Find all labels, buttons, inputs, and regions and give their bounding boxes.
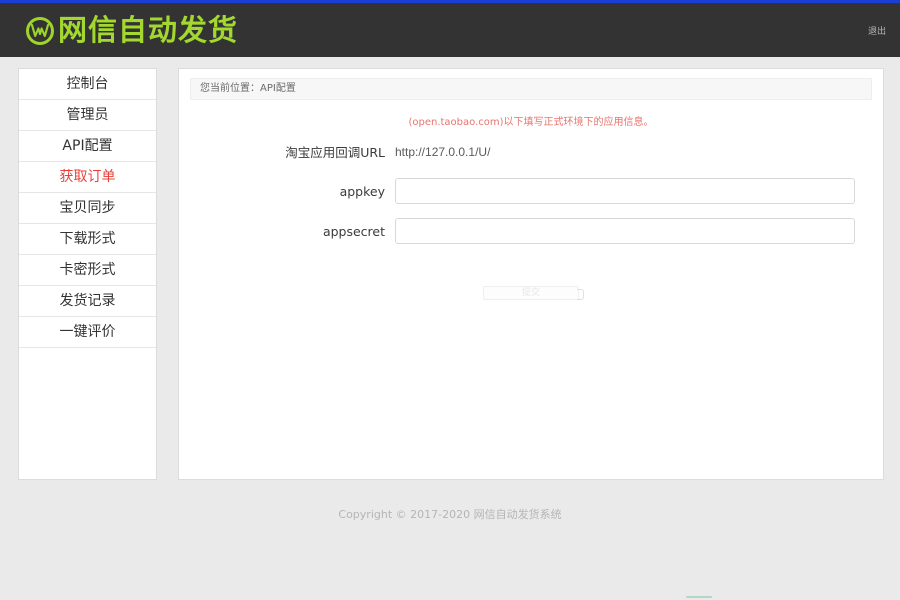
page-body: 控制台 管理员 API配置 获取订单 宝贝同步 下载形式 卡密形式 发货记录 一… xyxy=(0,57,900,480)
sidebar-item-admin[interactable]: 管理员 xyxy=(19,100,156,131)
appkey-label: appkey xyxy=(339,183,385,199)
callback-url-value: http://127.0.0.1/U/ xyxy=(395,144,491,159)
submit-row: 提交 xyxy=(190,286,872,300)
site-header: 网信自动发货 退出 xyxy=(0,3,900,57)
sidebar-item-shipping-records[interactable]: 发货记录 xyxy=(19,286,156,317)
sidebar-item-api-config[interactable]: API配置 xyxy=(19,131,156,162)
header-actions: 退出 xyxy=(868,24,886,37)
appsecret-row: appsecret xyxy=(190,218,872,244)
appkey-input[interactable] xyxy=(395,178,855,204)
sidebar-item-card-key-mode[interactable]: 卡密形式 xyxy=(19,255,156,286)
sidebar-menu: 控制台 管理员 API配置 获取订单 宝贝同步 下载形式 卡密形式 发货记录 一… xyxy=(19,69,156,348)
breadcrumb: 您当前位置：API配置 xyxy=(190,78,872,100)
appsecret-input[interactable] xyxy=(395,218,855,244)
sidebar: 控制台 管理员 API配置 获取订单 宝贝同步 下载形式 卡密形式 发货记录 一… xyxy=(18,68,157,480)
sidebar-item-one-click-review[interactable]: 一键评价 xyxy=(19,317,156,348)
sidebar-item-download-mode[interactable]: 下载形式 xyxy=(19,224,156,255)
submit-button[interactable]: 提交 xyxy=(483,286,584,300)
brand[interactable]: 网信自动发货 xyxy=(26,12,239,47)
content-panel: 您当前位置：API配置 (open.taobao.com)以下填写正式环境下的应… xyxy=(178,68,884,480)
appkey-row: appkey xyxy=(190,178,872,204)
bottom-edge-artifact xyxy=(686,596,712,598)
brand-name: 网信自动发货 xyxy=(58,12,239,47)
sidebar-item-dashboard[interactable]: 控制台 xyxy=(19,69,156,100)
callback-url-row: 淘宝应用回调URL http://127.0.0.1/U/ xyxy=(190,142,872,161)
appsecret-label: appsecret xyxy=(322,223,385,239)
api-notice-text: (open.taobao.com)以下填写正式环境下的应用信息。 xyxy=(408,117,654,128)
footer-copyright: Copyright © 2017-2020 网信自动发货系统 xyxy=(338,508,562,521)
circle-w-logo-icon xyxy=(26,17,54,45)
logout-link[interactable]: 退出 xyxy=(868,24,886,37)
sidebar-item-get-orders[interactable]: 获取订单 xyxy=(19,162,156,193)
api-config-form: 淘宝应用回调URL http://127.0.0.1/U/ appkey app… xyxy=(190,142,872,300)
sidebar-item-item-sync[interactable]: 宝贝同步 xyxy=(19,193,156,224)
callback-url-label: 淘宝应用回调URL xyxy=(285,145,385,160)
